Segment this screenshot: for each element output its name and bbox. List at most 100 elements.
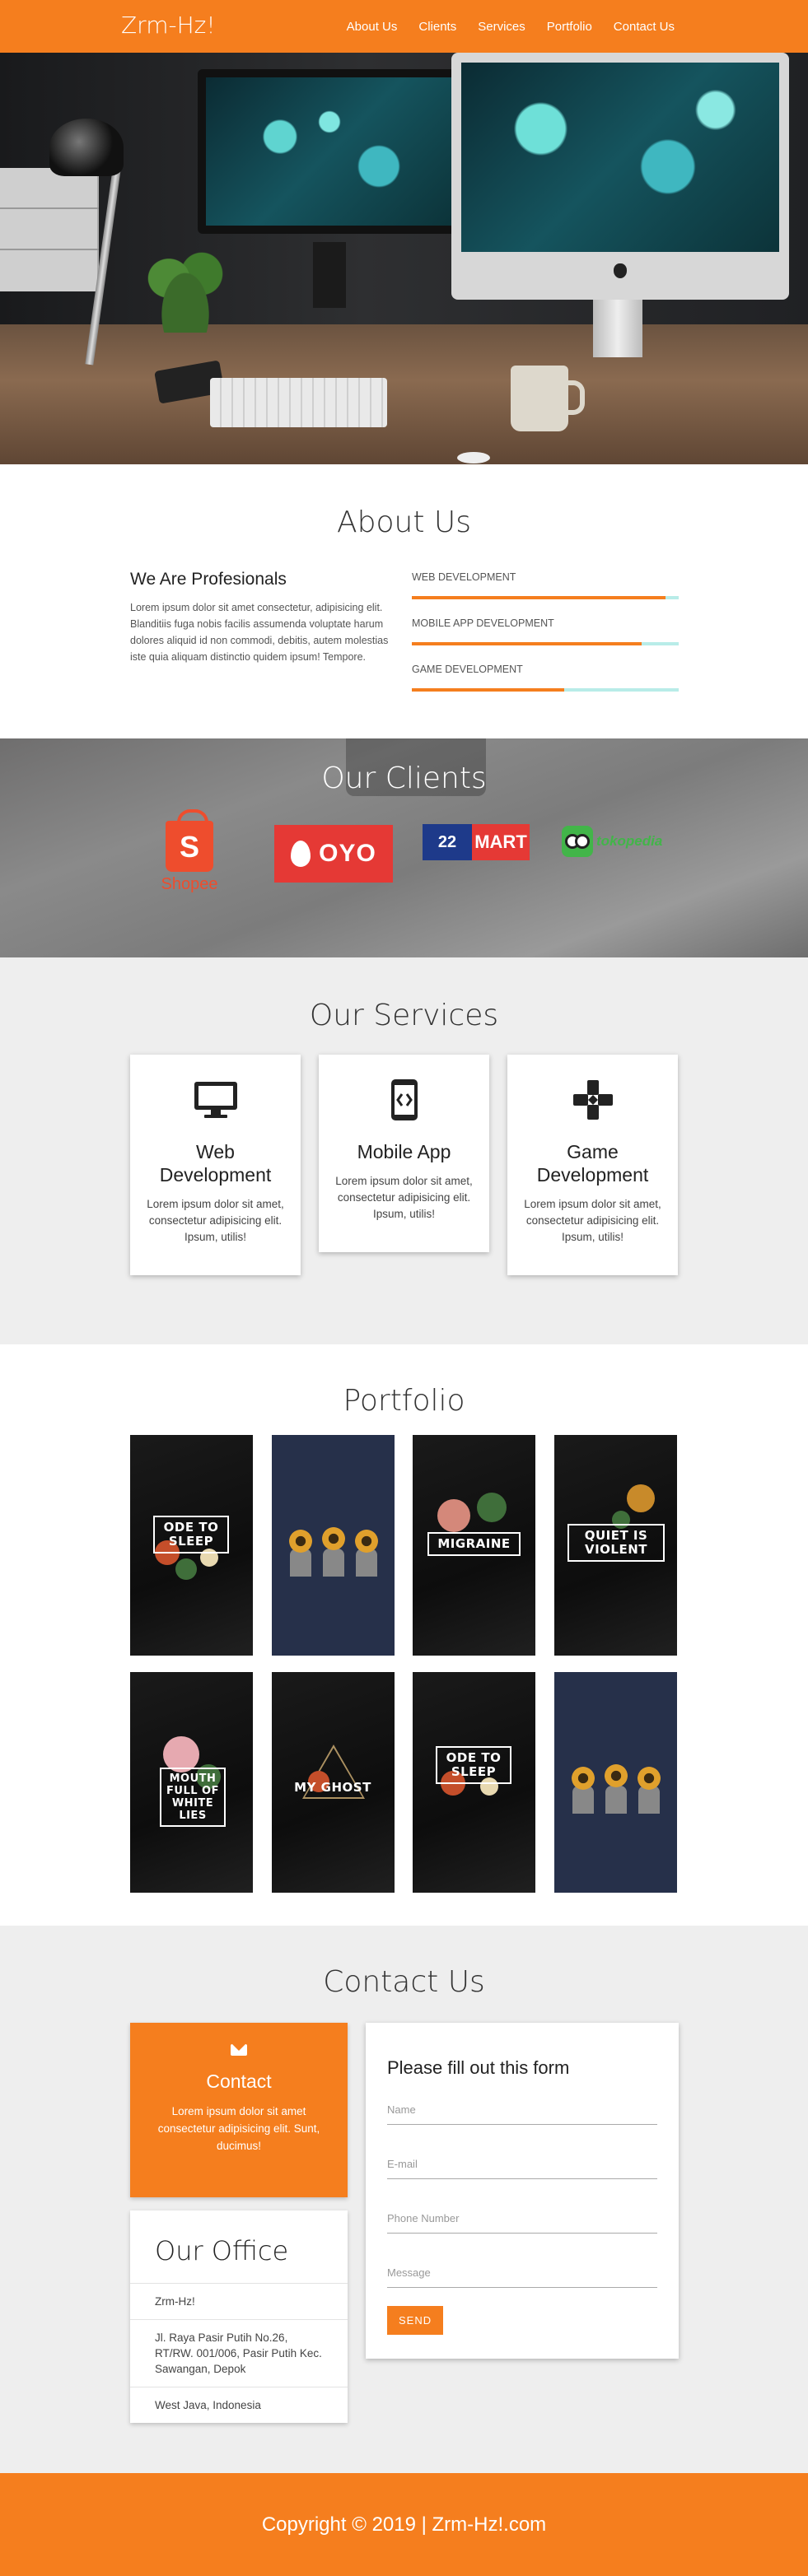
portfolio-item-4[interactable]: QUIET IS VIOLENT [554, 1435, 677, 1656]
skill-progress-fill [412, 688, 564, 692]
service-title: Game Development [536, 1141, 649, 1186]
portfolio-item-6[interactable]: MY GHOST [272, 1672, 395, 1893]
contact-form: Please fill out this form Name E-mail Ph… [366, 2023, 679, 2359]
nav-menu: About Us Clients Services Portfolio Cont… [325, 20, 675, 34]
office-row: Zrm-Hz! [130, 2283, 348, 2319]
phone-field[interactable]: Phone Number [387, 2199, 657, 2234]
portfolio-item-1[interactable]: ODE TO SLEEP [130, 1435, 253, 1656]
office-card: Our Office Zrm-Hz! Jl. Raya Pasir Putih … [130, 2210, 348, 2423]
contact-card: Contact Lorem ipsum dolor sit amet conse… [130, 2023, 348, 2197]
person-figure [638, 1786, 660, 1814]
portfolio-caption: ODE TO SLEEP [153, 1516, 229, 1554]
hero-image [0, 53, 808, 464]
portfolio-caption: MIGRAINE [427, 1532, 521, 1556]
navbar: Zrm-Hz! About Us Clients Services Portfo… [0, 0, 808, 53]
gamepad-icon [522, 1078, 663, 1122]
person-figure [605, 1786, 627, 1814]
about-title: About Us [337, 505, 471, 539]
client-logo-22mart[interactable]: 22 MART [423, 824, 530, 860]
send-button[interactable]: SEND [387, 2306, 444, 2335]
portfolio-item-7[interactable]: ODE TO SLEEP [413, 1672, 535, 1893]
skill-label: GAME DEVELOPMENT [412, 664, 523, 675]
client-logo-oyo[interactable]: OYO [274, 825, 393, 883]
envelope-icon [231, 2044, 247, 2056]
portfolio-title: Portfolio [343, 1384, 465, 1418]
hero-mug [511, 366, 585, 431]
portfolio-item-5[interactable]: MOUTH FULL OF WHITE LIES [130, 1672, 253, 1893]
nav-link-clients[interactable]: Clients [418, 20, 456, 34]
email-field[interactable]: E-mail [387, 2145, 657, 2179]
form-title: Please fill out this form [387, 2057, 570, 2078]
clients-title: Our Clients [321, 762, 487, 795]
office-row: Jl. Raya Pasir Putih No.26, RT/RW. 001/0… [130, 2319, 348, 2387]
client-logo-tokopedia[interactable]: tokopedia [562, 821, 677, 862]
portfolio-item-2[interactable] [272, 1435, 395, 1656]
about-heading: We Are Profesionals [130, 570, 287, 589]
monitor-icon [145, 1078, 286, 1122]
oyo-wordmark: OYO [319, 840, 376, 867]
person-figure [323, 1549, 344, 1577]
copyright-text: Copyright © 2019 | Zrm-Hz!.com [261, 2513, 547, 2536]
skill-label: MOBILE APP DEVELOPMENT [412, 617, 554, 629]
mart-number: 22 [423, 824, 472, 860]
services-title: Our Services [309, 999, 499, 1032]
service-card-mobile: Mobile App Lorem ipsum dolor sit amet, c… [319, 1055, 489, 1252]
person-figure [290, 1549, 311, 1577]
sunflower-decoration [289, 1530, 312, 1553]
skill-progress-bar [412, 596, 679, 599]
shopee-bag-icon: S [166, 809, 213, 872]
hero-imac-stand [593, 300, 642, 357]
about-text-block: We Are Profesionals Lorem ipsum dolor si… [130, 570, 392, 665]
service-card-web: Web Development Lorem ipsum dolor sit am… [130, 1055, 301, 1275]
service-description: Lorem ipsum dolor sit amet, consectetur … [147, 1198, 284, 1243]
portfolio-caption: MOUTH FULL OF WHITE LIES [160, 1768, 226, 1827]
mart-wordmark: MART [472, 824, 530, 860]
skill-label: WEB DEVELOPMENT [412, 571, 516, 583]
person-figure [572, 1786, 594, 1814]
about-section: About Us We Are Profesionals Lorem ipsum… [0, 464, 808, 738]
hero-desk [0, 324, 808, 464]
sunflower-decoration [572, 1767, 595, 1790]
portfolio-item-8[interactable] [554, 1672, 677, 1893]
portfolio-item-3[interactable]: MIGRAINE [413, 1435, 535, 1656]
service-card-game: Game Development Lorem ipsum dolor sit a… [507, 1055, 678, 1275]
skill-game: GAME DEVELOPMENT [412, 664, 679, 692]
portfolio-caption: QUIET IS VIOLENT [567, 1524, 665, 1562]
service-title: Web Development [159, 1141, 272, 1186]
nav-link-contact[interactable]: Contact Us [614, 20, 675, 34]
contact-card-title: Contact [206, 2071, 272, 2092]
skills-list: WEB DEVELOPMENT MOBILE APP DEVELOPMENT G… [412, 571, 679, 710]
sunflower-decoration [355, 1530, 378, 1553]
name-field[interactable]: Name [387, 2090, 657, 2125]
services-section: Our Services Web Development Lorem ipsum… [0, 957, 808, 1344]
about-paragraph: Lorem ipsum dolor sit amet consectetur, … [130, 602, 389, 663]
portfolio-caption: ODE TO SLEEP [436, 1746, 511, 1784]
service-title: Mobile App [357, 1141, 451, 1162]
office-title: Our Office [155, 2235, 289, 2266]
brand-logo[interactable]: Zrm-Hz! [121, 12, 216, 39]
contact-title: Contact Us [323, 1965, 485, 1999]
nav-link-services[interactable]: Services [478, 20, 525, 34]
clients-section: Our Clients S Shopee OYO 22 MART tokoped… [0, 738, 808, 957]
skill-progress-fill [412, 596, 666, 599]
client-logo-shopee[interactable]: S Shopee [156, 809, 222, 894]
hero-monitor-left [198, 69, 461, 234]
skill-progress-bar [412, 642, 679, 645]
mobile-code-icon [334, 1078, 474, 1122]
skill-web: WEB DEVELOPMENT [412, 571, 679, 599]
nav-link-about[interactable]: About Us [347, 20, 398, 34]
skill-mobile: MOBILE APP DEVELOPMENT [412, 617, 679, 645]
message-field[interactable]: Message [387, 2253, 657, 2288]
skill-progress-bar [412, 688, 679, 692]
hero-imac [451, 53, 789, 300]
sunflower-decoration [322, 1527, 345, 1550]
shopee-wordmark: Shopee [161, 875, 218, 893]
portfolio-section: Portfolio ODE TO SLEEP MIGRAINE QUIET IS… [0, 1344, 808, 1926]
office-row: West Java, Indonesia [130, 2387, 348, 2423]
service-description: Lorem ipsum dolor sit amet, consectetur … [335, 1175, 473, 1220]
oyo-pin-icon [291, 841, 311, 867]
hero-monitor-stand [313, 242, 346, 308]
skill-progress-fill [412, 642, 642, 645]
nav-link-portfolio[interactable]: Portfolio [547, 20, 592, 34]
flower-decoration [627, 1484, 655, 1512]
